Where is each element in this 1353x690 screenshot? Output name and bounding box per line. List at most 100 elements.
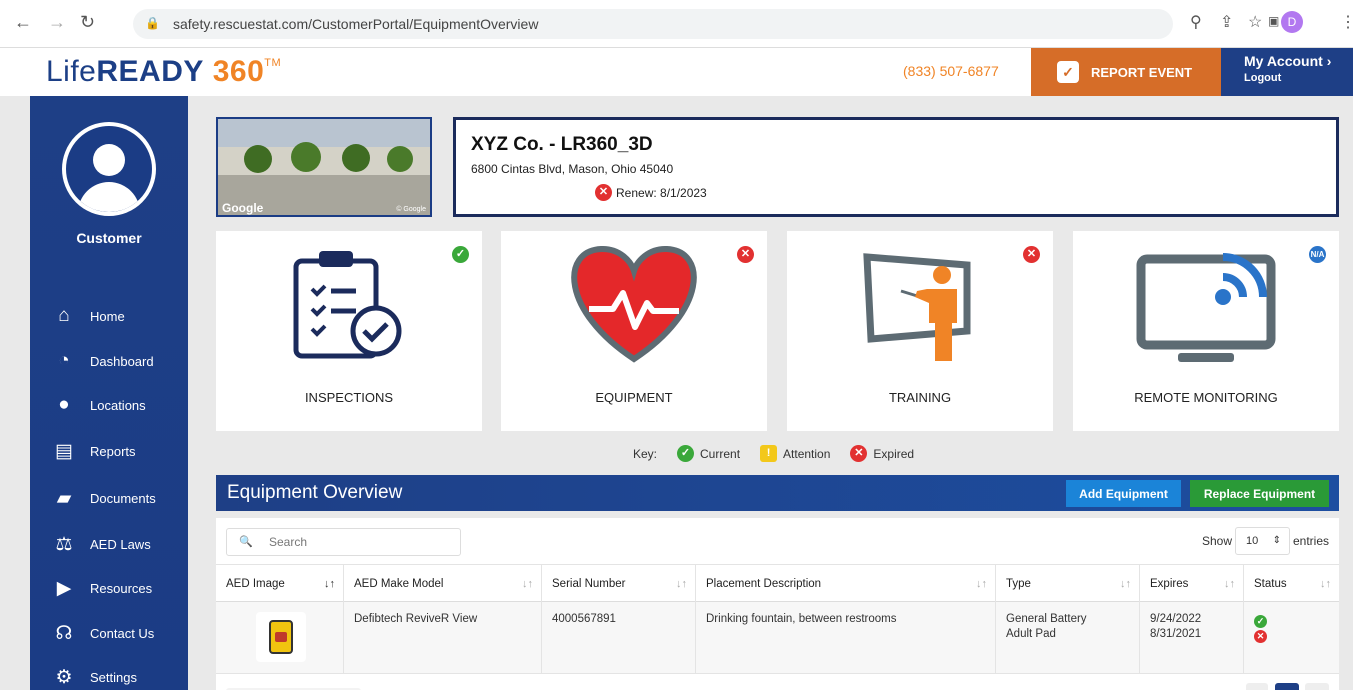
scales-icon: ⚖ xyxy=(55,534,73,555)
sidebar-item-aed-laws[interactable]: ⚖ AED Laws xyxy=(52,533,150,556)
section-title: Equipment Overview xyxy=(227,482,403,503)
home-icon: ⌂ xyxy=(58,305,70,326)
tile-label: EQUIPMENT xyxy=(595,390,673,405)
zoom-icon[interactable]: ⚲ xyxy=(1190,12,1202,32)
sort-icon[interactable]: ↓↑ xyxy=(1224,565,1235,603)
expired-status-icon: ✕ xyxy=(1254,630,1267,643)
search-icon: 🔍 xyxy=(239,536,253,548)
renew-status: ✕ Renew: 8/1/2023 xyxy=(595,184,707,201)
gears-icon: ⚙ xyxy=(55,667,73,688)
column-header-status[interactable]: Status ↓↑ xyxy=(1244,565,1339,603)
shield-check-icon: ✓ xyxy=(1057,61,1079,83)
equipment-table-panel: 🔍 Search Show 10 ⇕ entries AED Image ↓↑ A… xyxy=(216,518,1339,690)
user-role-label: Customer xyxy=(76,230,142,246)
sort-icon[interactable]: ↓↑ xyxy=(1320,565,1331,603)
model-cell: Defibtech ReviveR View xyxy=(344,602,542,674)
table-header: AED Image ↓↑ AED Make Model ↓↑ Serial Numb… xyxy=(216,564,1339,603)
clipboard-check-icon xyxy=(293,251,402,359)
sort-icon[interactable]: ↓↑ xyxy=(976,565,987,603)
aed-device-image[interactable] xyxy=(256,612,306,662)
sidebar: Customer ⌂ Home ◔ Dashboard ● Locations … xyxy=(30,96,188,690)
browser-toolbar: ← → ↻ 🔒 safety.rescuestat.com/CustomerPo… xyxy=(0,0,1353,48)
placement-cell: Drinking fountain, between restrooms xyxy=(696,602,996,674)
column-header-placement-description[interactable]: Placement Description ↓↑ xyxy=(696,565,996,603)
location-card: XYZ Co. - LR360_3D 6800 Cintas Blvd, Mas… xyxy=(453,117,1339,217)
na-status-icon: N/A xyxy=(1309,246,1326,263)
current-status-icon: ✓ xyxy=(1254,615,1267,628)
reload-icon[interactable]: ↻ xyxy=(80,12,95,33)
add-equipment-button[interactable]: Add Equipment xyxy=(1066,480,1181,507)
phone-number[interactable]: (833) 507-6877 xyxy=(903,63,999,79)
share-icon[interactable]: ⇪ xyxy=(1220,12,1233,32)
account-menu[interactable]: My Account › Logout xyxy=(1221,48,1353,96)
tile-training[interactable]: ✕ TRAINING xyxy=(787,231,1053,431)
report-event-button[interactable]: ✓ REPORT EVENT xyxy=(1031,48,1221,96)
google-watermark: Google xyxy=(222,201,264,215)
pagination-prev-button[interactable] xyxy=(1246,683,1268,690)
heart-pulse-icon xyxy=(571,245,697,363)
search-input[interactable]: 🔍 Search xyxy=(226,528,461,556)
back-arrow-icon[interactable]: ← xyxy=(14,12,32,33)
forward-arrow-icon[interactable]: → xyxy=(48,12,66,33)
sidebar-item-dashboard[interactable]: ◔ Dashboard xyxy=(52,350,153,372)
bookmark-star-icon[interactable]: ☆ xyxy=(1248,12,1262,32)
address-bar[interactable]: 🔒 safety.rescuestat.com/CustomerPortal/E… xyxy=(133,9,1173,39)
resources-icon: ▶ xyxy=(56,578,72,599)
location-name: XYZ Co. - LR360_3D xyxy=(471,134,653,155)
current-status-icon: ✓ xyxy=(452,246,469,263)
kebab-menu-icon[interactable]: ⋮ xyxy=(1340,12,1353,32)
entries-per-page-select[interactable]: 10 ⇕ xyxy=(1235,527,1290,555)
location-address: 6800 Cintas Blvd, Mason, Ohio 45040 xyxy=(471,162,674,176)
tile-inspections[interactable]: ✓ INSPECTIONS xyxy=(216,231,482,431)
column-header-aed-make-model[interactable]: AED Make Model ↓↑ xyxy=(344,565,542,603)
tile-label: INSPECTIONS xyxy=(304,390,394,405)
my-account-link[interactable]: My Account › xyxy=(1244,53,1353,69)
sort-icon[interactable]: ↓↑ xyxy=(676,565,687,603)
aed-image-cell xyxy=(216,602,344,674)
column-header-serial-number[interactable]: Serial Number ↓↑ xyxy=(542,565,696,603)
column-header-type[interactable]: Type ↓↑ xyxy=(996,565,1140,603)
sidebar-item-home[interactable]: ⌂ Home xyxy=(52,305,124,327)
user-avatar-icon xyxy=(62,122,156,216)
sidebar-item-settings[interactable]: ⚙ Settings xyxy=(52,666,137,689)
pagination-next-button[interactable] xyxy=(1305,683,1329,690)
location-pin-icon: ● xyxy=(58,394,70,415)
show-label: Show xyxy=(1202,534,1233,548)
tile-label: REMOTE MONITORING xyxy=(1134,390,1278,405)
logout-link[interactable]: Logout xyxy=(1244,72,1353,84)
sort-icon[interactable]: ↓↑ xyxy=(1120,565,1131,603)
sidebar-item-resources[interactable]: ▶ Resources xyxy=(52,577,152,600)
sidepanel-icon[interactable]: ▣ xyxy=(1268,14,1279,28)
expires-cell: 9/24/2022 8/31/2021 xyxy=(1140,602,1244,674)
expired-status-icon: ✕ xyxy=(595,184,612,201)
headset-icon: ☊ xyxy=(55,623,73,644)
current-status-icon: ✓ xyxy=(677,445,695,462)
table-row[interactable]: Defibtech ReviveR View 4000567891 Drinki… xyxy=(216,602,1339,674)
tile-equipment[interactable]: ✕ EQUIPMENT xyxy=(501,231,767,431)
sidebar-item-documents[interactable]: ▰ Documents xyxy=(52,487,156,510)
monitor-wifi-icon xyxy=(1136,253,1276,362)
status-key: Key: ✓ Current ! Attention ✕ Expired xyxy=(633,445,915,462)
location-street-view-photo[interactable]: Google © Google xyxy=(216,117,432,217)
column-header-aed-image[interactable]: AED Image ↓↑ xyxy=(216,565,344,603)
dashboard-icon: ◔ xyxy=(58,350,70,371)
sort-icon[interactable]: ↓↑ xyxy=(522,565,533,603)
equipment-overview-header: Equipment Overview Add Equipment Replace… xyxy=(216,475,1339,511)
tile-remote-monitoring[interactable]: N/A REMOTE MONITORING xyxy=(1073,231,1339,431)
profile-avatar[interactable]: D xyxy=(1281,11,1303,33)
type-cell: General Battery Adult Pad xyxy=(996,602,1140,674)
reports-icon: ▤ xyxy=(55,441,73,462)
replace-equipment-button[interactable]: Replace Equipment xyxy=(1190,480,1329,507)
lifeready-logo[interactable]: LifeREADY 360TM xyxy=(46,55,281,89)
sidebar-item-contact-us[interactable]: ☊ Contact Us xyxy=(52,622,155,645)
tile-label: TRAINING xyxy=(888,390,952,405)
pagination-page-button[interactable] xyxy=(1275,683,1299,690)
column-header-expires[interactable]: Expires ↓↑ xyxy=(1140,565,1244,603)
expired-status-icon: ✕ xyxy=(850,445,868,462)
sidebar-item-reports[interactable]: ▤ Reports xyxy=(52,440,136,463)
documents-icon: ▰ xyxy=(56,488,72,509)
url-text: safety.rescuestat.com/CustomerPortal/Equ… xyxy=(173,16,539,32)
sort-icon[interactable]: ↓↑ xyxy=(324,565,335,603)
expired-status-icon: ✕ xyxy=(737,246,754,263)
sidebar-item-locations[interactable]: ● Locations xyxy=(52,394,145,416)
